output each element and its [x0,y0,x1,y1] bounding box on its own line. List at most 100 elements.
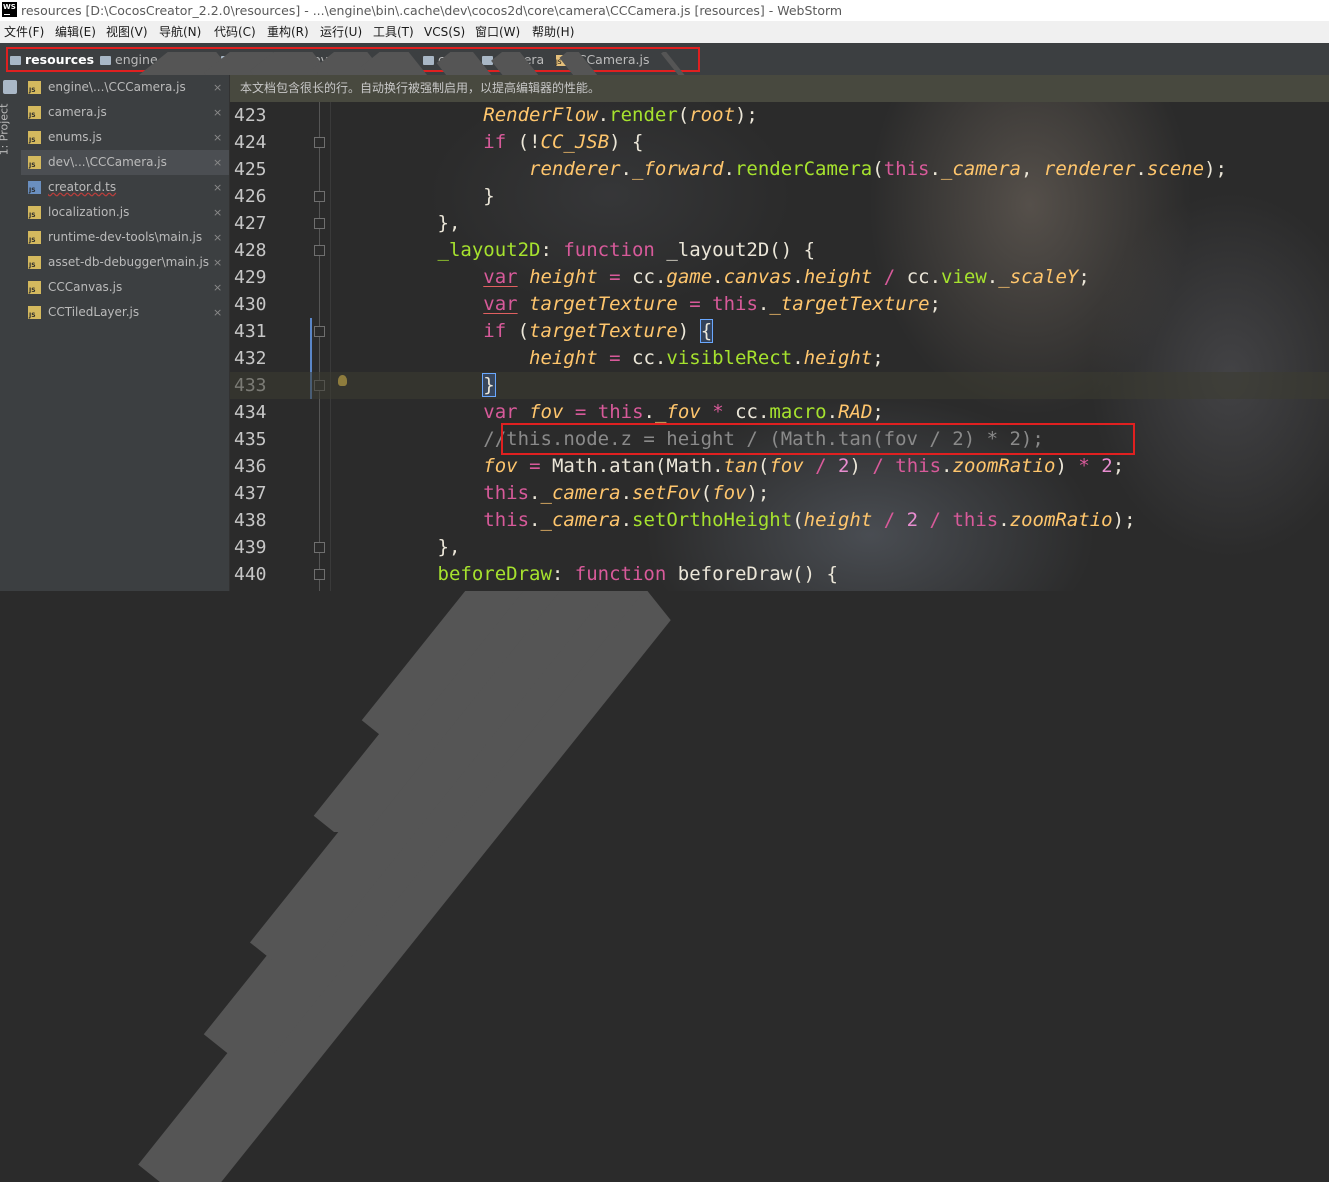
line-number: 430 [234,294,267,315]
fold-marker-icon[interactable] [314,569,325,580]
fold-marker-icon[interactable] [314,326,325,337]
line-number: 431 [234,321,267,342]
js-file-icon [28,231,41,244]
close-icon[interactable]: × [213,225,222,250]
js-file-icon [28,206,41,219]
code-line: var targetTexture = this._targetTexture; [483,293,941,315]
js-file-icon [28,256,41,269]
close-icon[interactable]: × [213,150,222,175]
line-number: 440 [234,564,267,585]
close-icon[interactable]: × [213,200,222,225]
navigation-bar: resources engine bin .cache dev cocos2d … [0,43,1329,1182]
menu-code[interactable]: 代码(C) [214,21,256,43]
file-name: runtime-dev-tools\main.js [48,230,203,244]
open-file-item[interactable]: camera.js × [21,100,229,125]
code-line: var height = cc.game.canvas.height / cc.… [483,266,1090,288]
close-icon[interactable]: × [213,125,222,150]
breadcrumb: resources engine bin .cache dev cocos2d … [6,47,700,1182]
code-line: }, [437,212,461,234]
file-name: enums.js [48,130,102,144]
breadcrumb-label: resources [25,52,95,67]
js-file-icon [28,81,41,94]
open-file-item[interactable]: runtime-dev-tools\main.js × [21,225,229,250]
file-name: localization.js [48,205,130,219]
fold-marker-icon[interactable] [314,245,325,256]
menu-view[interactable]: 视图(V) [106,21,148,43]
code-line: if (!CC_JSB) { [483,131,644,153]
js-file-icon [28,106,41,119]
line-number: 429 [234,267,267,288]
project-tool-label[interactable]: 1: Project [0,104,10,156]
line-number: 426 [234,186,267,207]
code-line: height = cc.visibleRect.height; [529,347,884,369]
open-file-item[interactable]: asset-db-debugger\main.js× [21,250,229,275]
line-number: 436 [234,456,267,477]
menu-refactor[interactable]: 重构(R) [267,21,309,43]
menu-vcs[interactable]: VCS(S) [424,21,465,43]
annotation-highlight-box [501,423,1135,455]
line-number: 432 [234,348,267,369]
gutter-divider [330,102,331,591]
menu-help[interactable]: 帮助(H) [532,21,574,43]
fold-guide [319,102,320,591]
line-number: 438 [234,510,267,531]
folder-icon [10,56,21,65]
file-name: CCCanvas.js [48,280,123,294]
menu-edit[interactable]: 编辑(E) [55,21,96,43]
menu-navigate[interactable]: 导航(N) [159,21,201,43]
menu-window[interactable]: 窗口(W) [475,21,520,43]
file-name: CCTiledLayer.js [48,305,140,319]
open-file-item[interactable]: localization.js × [21,200,229,225]
code-line: var fov = this._fov * cc.macro.RAD; [483,401,884,423]
window-title: resources [D:\CocosCreator_2.2.0\resourc… [21,3,843,18]
open-file-item[interactable]: engine\...\CCCamera.js × [21,75,229,100]
file-name: engine\...\CCCamera.js [48,80,186,94]
code-line-current: } [230,372,1329,399]
editor-gutter: 423 424 425 426 427 428 429 430 431 432 … [230,102,347,591]
code-editor[interactable]: 本文档包含很长的行。自动换行被强制启用，以提高编辑器的性能。 423 424 4… [230,75,1329,591]
title-bar: WS resources [D:\CocosCreator_2.2.0\reso… [0,0,1329,21]
code-line: }, [437,536,461,558]
line-number: 427 [234,213,267,234]
fold-marker-icon[interactable] [314,137,325,148]
close-icon[interactable]: × [213,300,222,325]
code-line: _layout2D: function _layout2D() { [437,239,816,261]
open-file-item[interactable]: CCCanvas.js × [21,275,229,300]
open-file-item-active[interactable]: dev\...\CCCamera.js × [21,150,229,175]
code-line: this._camera.setFov(fov); [483,482,770,504]
code-line: this._camera.setOrthoHeight(height / 2 /… [483,509,1136,531]
close-icon[interactable]: × [213,100,222,125]
js-file-icon [28,281,41,294]
open-file-item[interactable]: creator.d.ts × [21,175,229,200]
fold-marker-icon[interactable] [314,218,325,229]
tool-window-strip: 1: Project [0,75,22,591]
code-area[interactable]: RenderFlow.render(root); if (!CC_JSB) { … [230,102,1329,591]
menu-tools[interactable]: 工具(T) [373,21,414,43]
code-line: RenderFlow.render(root); [483,104,758,126]
code-line: } [483,185,495,207]
open-file-item[interactable]: CCTiledLayer.js × [21,300,229,325]
close-icon[interactable]: × [213,250,222,275]
fold-marker-icon[interactable] [314,191,325,202]
webstorm-logo-icon: WS [2,2,17,17]
line-number: 424 [234,132,267,153]
file-name: asset-db-debugger\main.js [48,255,210,269]
code-line: renderer._forward.renderCamera(this._cam… [529,158,1227,180]
code-line: fov = Math.atan(Math.tan(fov / 2) / this… [483,455,1125,477]
open-file-item[interactable]: enums.js × [21,125,229,150]
close-icon[interactable]: × [213,175,222,200]
line-number: 439 [234,537,267,558]
line-number: 428 [234,240,267,261]
js-file-icon [28,306,41,319]
menu-run[interactable]: 运行(U) [320,21,362,43]
breadcrumb-resources[interactable]: resources [10,49,94,70]
line-number: 437 [234,483,267,504]
editor-notice-banner: 本文档包含很长的行。自动换行被强制启用，以提高编辑器的性能。 [230,75,1329,102]
fold-marker-icon[interactable] [314,542,325,553]
close-icon[interactable]: × [213,275,222,300]
menu-file[interactable]: 文件(F) [4,21,44,43]
close-icon[interactable]: × [213,75,222,100]
open-files-panel: engine\...\CCCamera.js × camera.js × enums… [21,75,230,591]
code-line: if (targetTexture) { [483,319,714,343]
project-tool-icon[interactable] [3,80,17,94]
